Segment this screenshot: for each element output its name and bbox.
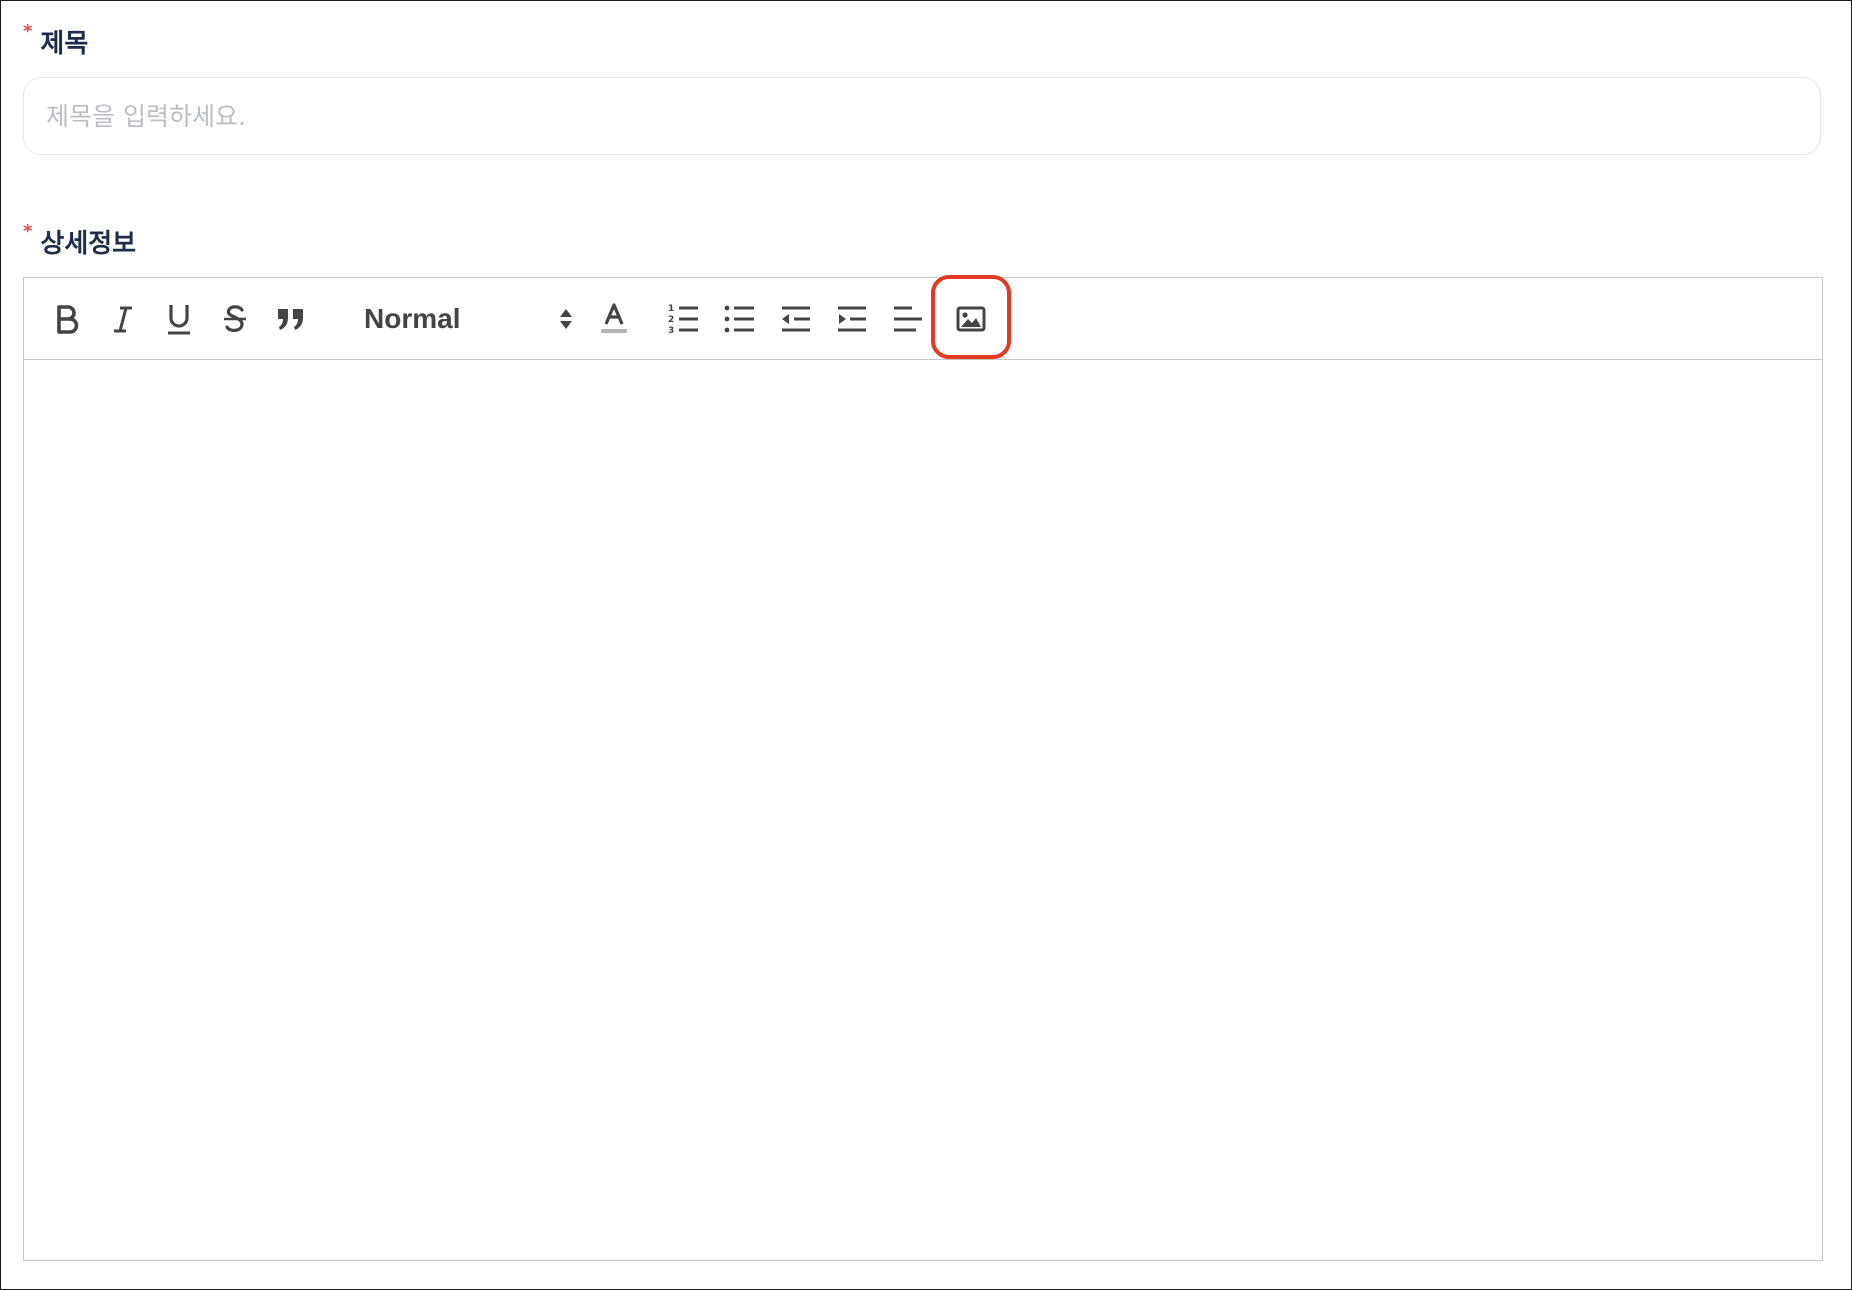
detail-label: * 상세정보 bbox=[23, 223, 136, 260]
blockquote-icon bbox=[278, 309, 303, 330]
svg-text:3: 3 bbox=[668, 326, 674, 335]
header-select-value: Normal bbox=[364, 303, 461, 334]
align-left-icon bbox=[894, 306, 922, 332]
strikethrough-icon bbox=[224, 305, 246, 332]
text-color-button[interactable] bbox=[596, 278, 632, 360]
up-down-arrow-icon bbox=[560, 309, 572, 329]
underline-icon bbox=[168, 305, 190, 335]
blockquote-button[interactable] bbox=[274, 278, 308, 360]
title-label: * 제목 bbox=[23, 23, 88, 60]
svg-text:1: 1 bbox=[668, 304, 674, 314]
title-label-text: 제목 bbox=[40, 29, 89, 59]
bold-icon bbox=[57, 305, 79, 334]
indent-icon bbox=[838, 306, 866, 332]
svg-text:2: 2 bbox=[668, 315, 674, 325]
bold-button[interactable] bbox=[50, 278, 84, 360]
align-left-button[interactable] bbox=[888, 278, 928, 360]
image-button-highlight bbox=[931, 275, 1011, 359]
text-color-icon bbox=[601, 303, 627, 333]
rich-text-editor: Normal 1 2 3 bbox=[23, 275, 1823, 1261]
editor-toolbar: Normal 1 2 3 bbox=[24, 275, 1822, 360]
outdent-button[interactable] bbox=[776, 278, 816, 360]
required-mark: * bbox=[23, 21, 33, 42]
header-select[interactable]: Normal bbox=[364, 278, 574, 360]
italic-icon bbox=[114, 306, 132, 333]
ordered-list-icon: 1 2 3 bbox=[668, 304, 698, 335]
required-mark: * bbox=[23, 221, 33, 242]
bullet-list-button[interactable] bbox=[720, 278, 760, 360]
indent-button[interactable] bbox=[832, 278, 872, 360]
italic-button[interactable] bbox=[106, 278, 140, 360]
detail-label-text: 상세정보 bbox=[40, 229, 137, 259]
outdent-icon bbox=[782, 306, 810, 332]
title-input[interactable] bbox=[23, 77, 1821, 155]
strikethrough-button[interactable] bbox=[218, 278, 252, 360]
bullet-list-icon bbox=[724, 305, 754, 333]
ordered-list-button[interactable]: 1 2 3 bbox=[664, 278, 704, 360]
underline-button[interactable] bbox=[162, 278, 196, 360]
editor-content-area[interactable] bbox=[24, 360, 1822, 1260]
form-frame: * 제목 * 상세정보 bbox=[0, 0, 1852, 1290]
